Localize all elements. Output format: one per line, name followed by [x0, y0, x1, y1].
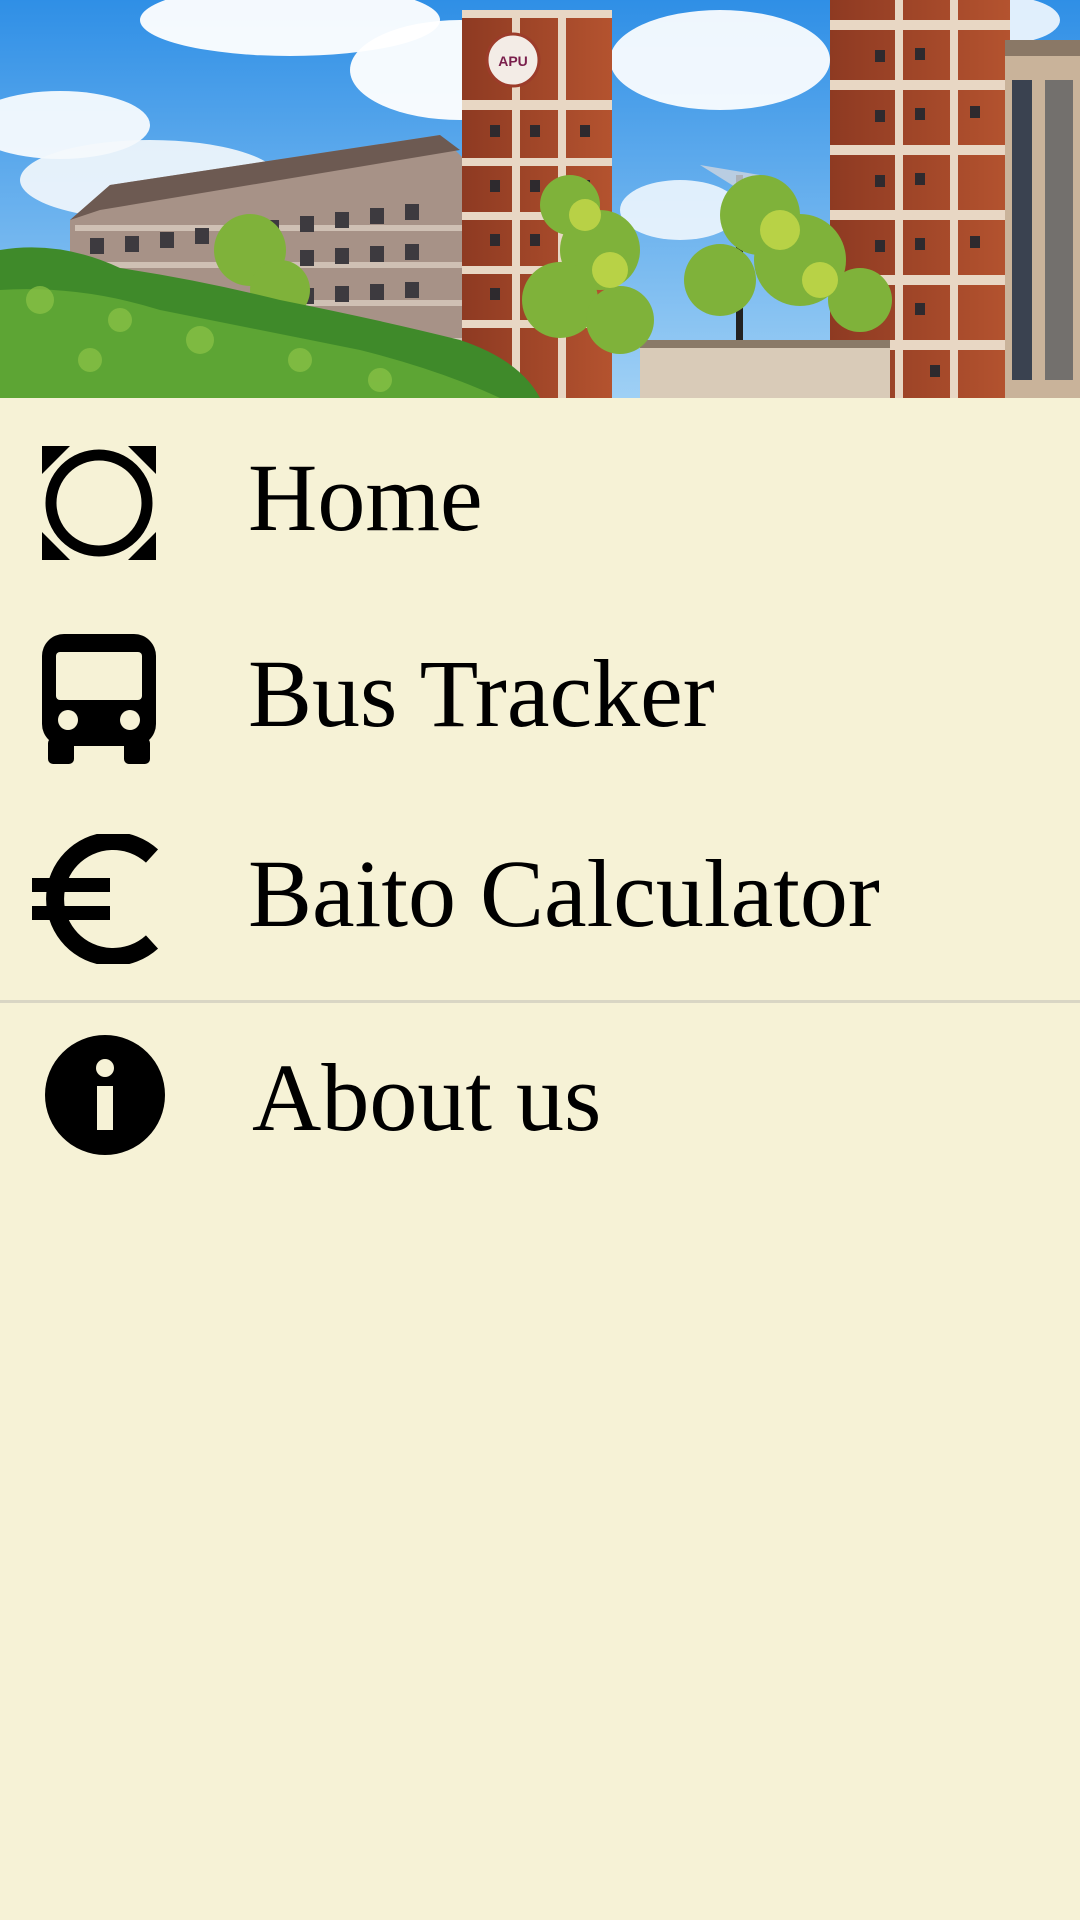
info-icon — [44, 1034, 166, 1156]
menu-item-baito-calculator[interactable]: Baito Calculator — [0, 794, 1080, 994]
menu-label-baito-calculator: Baito Calculator — [248, 840, 880, 947]
bus-icon — [34, 634, 164, 764]
header-campus-image: APU — [0, 0, 1080, 398]
menu-item-bus-tracker[interactable]: Bus Tracker — [0, 594, 1080, 794]
menu-item-home[interactable]: Home — [0, 398, 1080, 598]
menu-item-about-us[interactable]: About us — [0, 998, 1080, 1198]
home-target-icon — [34, 438, 164, 568]
menu-label-home: Home — [248, 444, 483, 551]
euro-icon — [30, 834, 160, 964]
menu-label-about-us: About us — [252, 1044, 602, 1151]
tower-emblem-text: APU — [498, 53, 528, 69]
menu-label-bus-tracker: Bus Tracker — [248, 640, 715, 747]
